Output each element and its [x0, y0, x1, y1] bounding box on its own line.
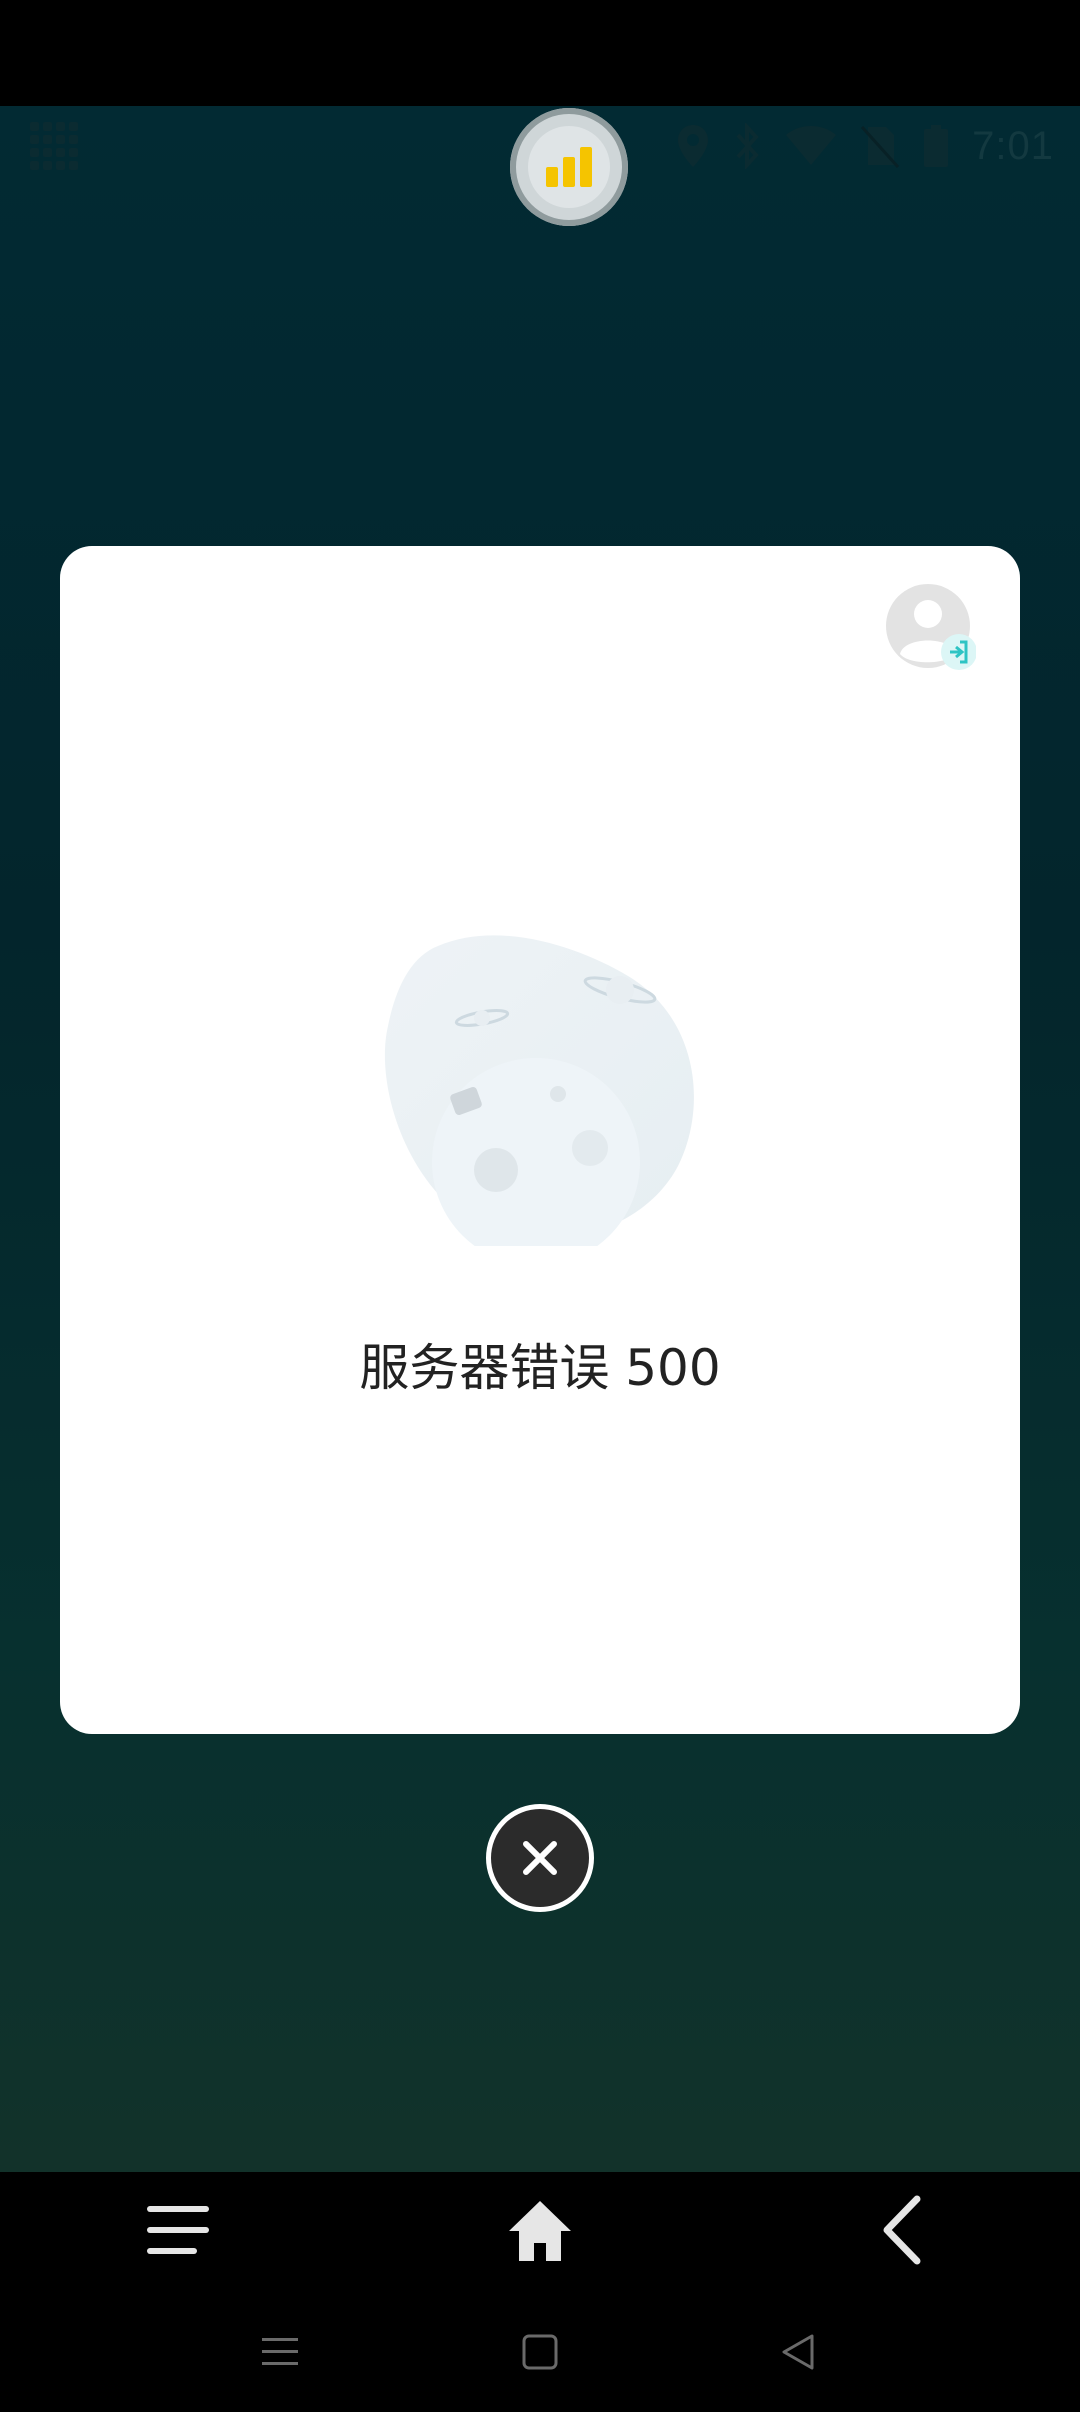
menu-icon	[147, 2206, 209, 2254]
no-sim-icon	[861, 125, 900, 169]
clock: 7:01	[972, 123, 1054, 168]
recents-icon	[262, 2338, 298, 2365]
home-button[interactable]	[500, 2190, 580, 2270]
top-strip	[0, 0, 1080, 106]
user-login-button[interactable]	[886, 584, 977, 674]
home-square-icon	[522, 2334, 558, 2370]
battery-icon	[924, 125, 949, 167]
close-button[interactable]	[486, 1804, 594, 1912]
system-navigation-bar	[0, 2282, 1080, 2412]
back-button[interactable]	[862, 2190, 942, 2270]
menu-button[interactable]	[138, 2190, 218, 2270]
home-icon	[509, 2201, 571, 2261]
close-icon	[523, 1841, 557, 1875]
back-triangle-icon	[782, 2334, 814, 2370]
floating-assistant-bubble[interactable]	[510, 108, 628, 226]
wifi-icon	[786, 126, 837, 165]
back-icon	[883, 2195, 921, 2265]
system-back-button[interactable]	[768, 2322, 828, 2382]
status-icons: 7:01	[676, 116, 1054, 176]
bluetooth-icon	[736, 123, 759, 169]
bar-chart-icon	[546, 147, 592, 187]
location-icon	[678, 125, 709, 167]
planet-illustration	[378, 926, 702, 1266]
system-home-button[interactable]	[510, 2322, 570, 2382]
error-dialog: 服务器错误 500	[60, 546, 1020, 1734]
app-grid-icon[interactable]	[30, 122, 78, 170]
recents-button[interactable]	[250, 2322, 310, 2382]
user-login-icon	[886, 584, 977, 670]
error-message: 服务器错误 500	[359, 1339, 721, 1397]
app-bottom-bar	[0, 2172, 1080, 2282]
